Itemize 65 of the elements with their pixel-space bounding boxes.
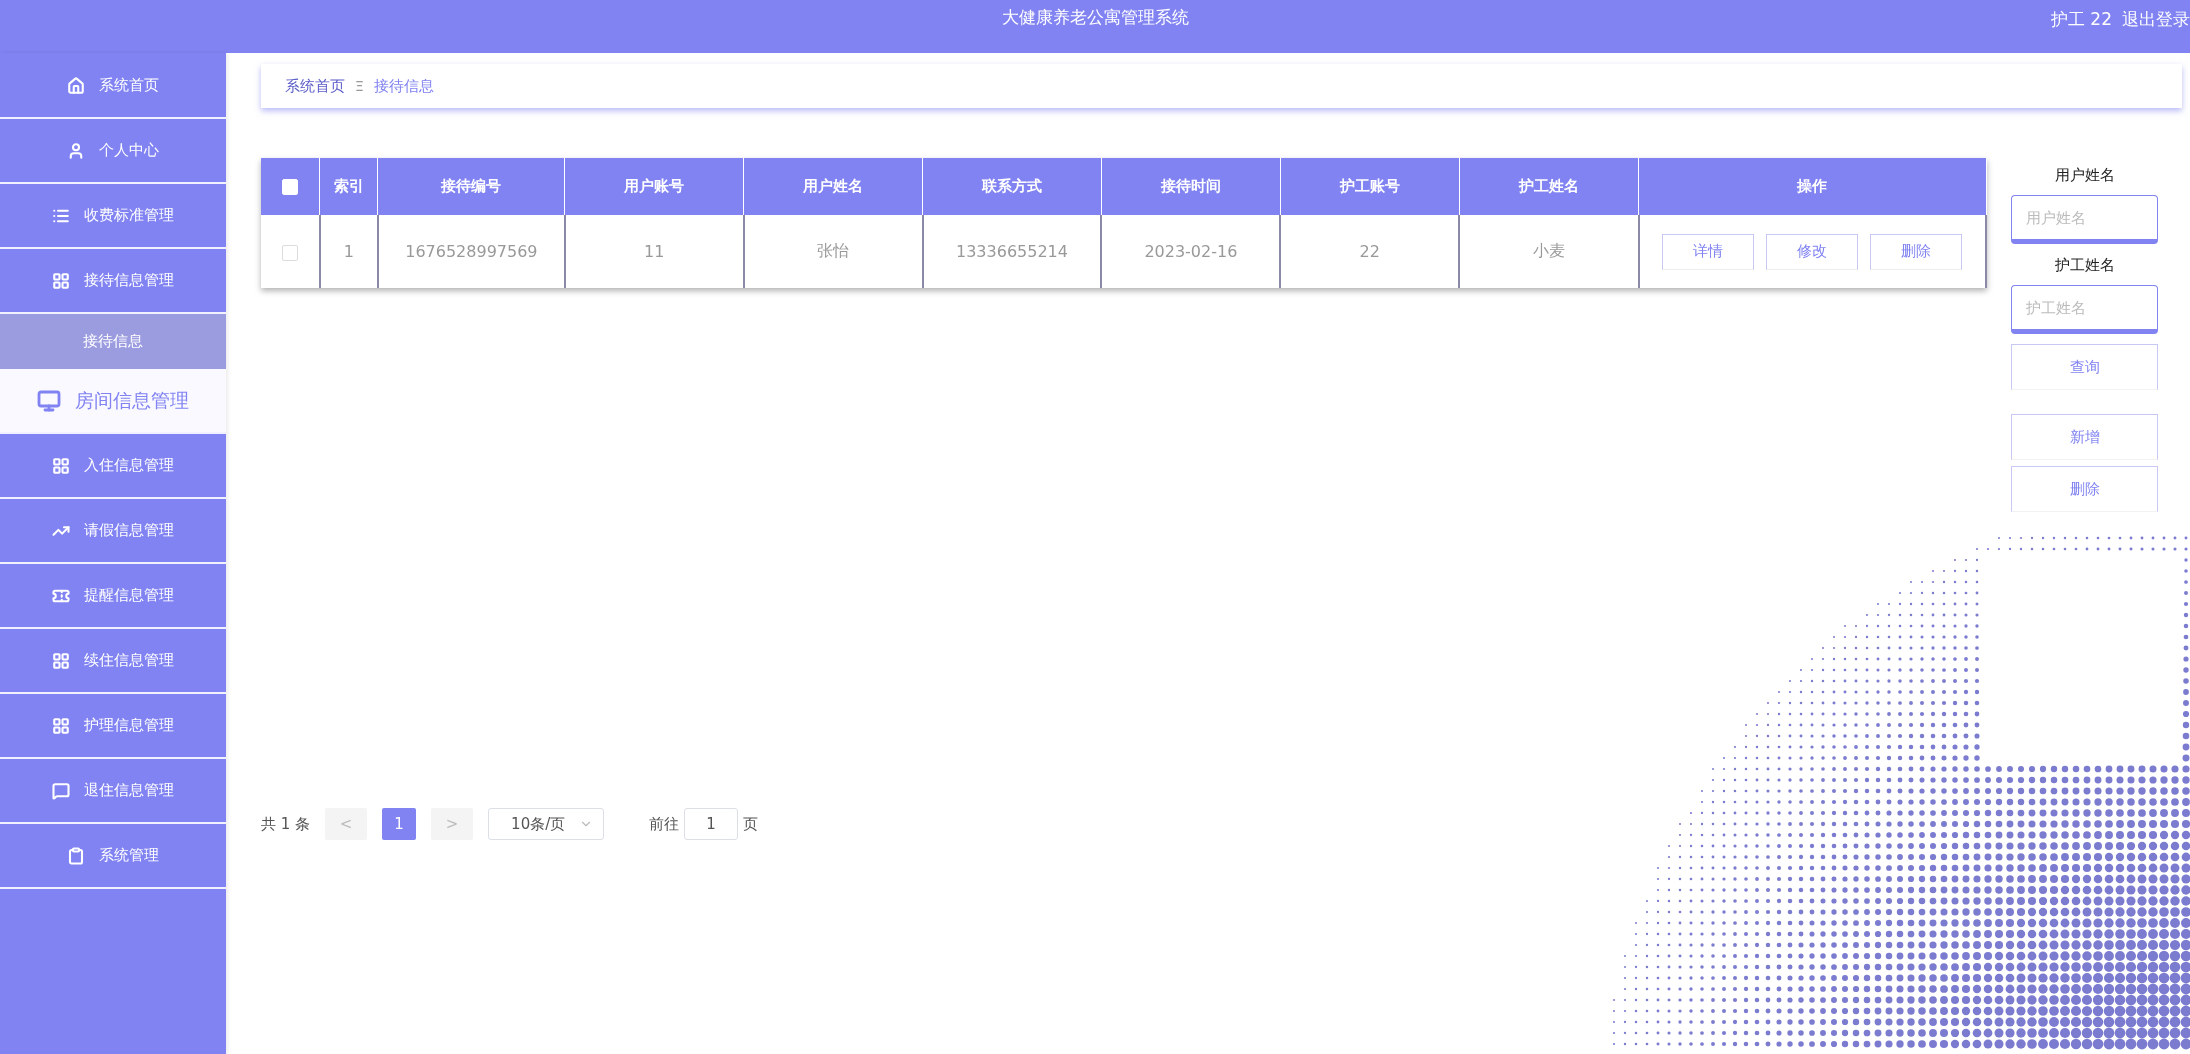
search-field[interactable]: 用户姓名 — [2011, 195, 2158, 244]
clipboard-icon — [67, 846, 85, 865]
sidebar-item[interactable]: 接待信息管理 — [0, 249, 226, 314]
app-title: 大健康养老公寓管理系统 — [1001, 6, 1189, 29]
chat-icon — [52, 781, 70, 800]
goto-label: 前往 — [649, 814, 680, 834]
sidebar-item[interactable]: 收费标准管理 — [0, 184, 226, 249]
grid-icon — [52, 716, 70, 735]
sidebar-item[interactable]: 系统首页 — [0, 54, 226, 119]
user-name: 护工 22 — [2050, 8, 2112, 31]
home-icon — [67, 76, 85, 95]
goto-page-field[interactable]: 1 — [684, 808, 739, 840]
table-cell: 张怡 — [743, 215, 923, 288]
sidebar-item[interactable]: 房间信息管理 — [0, 369, 226, 434]
column-header: 护工姓名 — [1459, 158, 1639, 215]
column-header: 接待编号 — [377, 158, 565, 215]
sidebar-item[interactable]: 入住信息管理 — [0, 434, 226, 499]
grid-icon — [52, 271, 70, 290]
sidebar-item[interactable]: 护理信息管理 — [0, 694, 226, 759]
row-checkbox[interactable] — [281, 244, 298, 261]
column-header: 操作 — [1638, 158, 1986, 215]
row-action-button[interactable]: 删除 — [1870, 233, 1963, 270]
monitor-icon — [37, 388, 61, 413]
sidebar-item[interactable]: 系统管理 — [0, 824, 226, 889]
total-count: 共 1 条 — [261, 814, 311, 834]
sidebar-item[interactable]: 续住信息管理 — [0, 629, 226, 694]
field-label: 用户姓名 — [2053, 166, 2116, 185]
column-header: 护工账号 — [1280, 158, 1460, 215]
table-cell: 1 — [319, 215, 378, 288]
column-header: 用户姓名 — [743, 158, 923, 215]
breadcrumb-separator: Ξ — [355, 78, 364, 94]
panel-button[interactable]: 删除 — [2011, 466, 2158, 512]
page-suffix: 页 — [743, 814, 759, 834]
next-page-button[interactable]: > — [431, 808, 474, 840]
table-cell: 13336655214 — [922, 215, 1102, 288]
breadcrumb-link[interactable]: 系统首页 — [285, 76, 345, 96]
page-size-select[interactable]: 10条/页 — [488, 808, 605, 840]
table-cell: 1676528997569 — [377, 215, 565, 288]
column-header: 接待时间 — [1101, 158, 1281, 215]
sidebar-item[interactable]: 退住信息管理 — [0, 759, 226, 824]
column-header: 用户账号 — [564, 158, 744, 215]
query-button[interactable]: 查询 — [2011, 344, 2158, 390]
row-action-button[interactable]: 详情 — [1662, 233, 1755, 270]
column-header: 联系方式 — [922, 158, 1102, 215]
sidebar-item[interactable]: 请假信息管理 — [0, 499, 226, 564]
field-label: 护工姓名 — [2053, 256, 2116, 275]
table-cell: 2023-02-16 — [1101, 215, 1281, 288]
table-cell: 11 — [564, 215, 744, 288]
grid-icon — [52, 456, 70, 475]
sidebar-item[interactable]: 提醒信息管理 — [0, 564, 226, 629]
prev-page-button[interactable]: < — [325, 808, 368, 840]
logout-link[interactable]: 退出登录 — [2122, 8, 2190, 31]
user-icon — [67, 141, 85, 160]
search-field[interactable]: 护工姓名 — [2011, 285, 2158, 334]
sidebar-item[interactable]: 个人中心 — [0, 119, 226, 184]
row-action-button[interactable]: 修改 — [1766, 233, 1859, 270]
grid-icon — [52, 651, 70, 670]
column-header: 索引 — [319, 158, 378, 215]
select-all-checkbox[interactable] — [282, 179, 299, 195]
panel-button[interactable]: 新增 — [2011, 414, 2158, 460]
sidebar-subitem[interactable]: 接待信息 — [0, 314, 226, 369]
page-button[interactable]: 1 — [382, 808, 417, 840]
breadcrumb-link[interactable]: 接待信息 — [373, 76, 434, 96]
table-cell: 小麦 — [1459, 215, 1639, 288]
table-cell: 22 — [1280, 215, 1460, 288]
